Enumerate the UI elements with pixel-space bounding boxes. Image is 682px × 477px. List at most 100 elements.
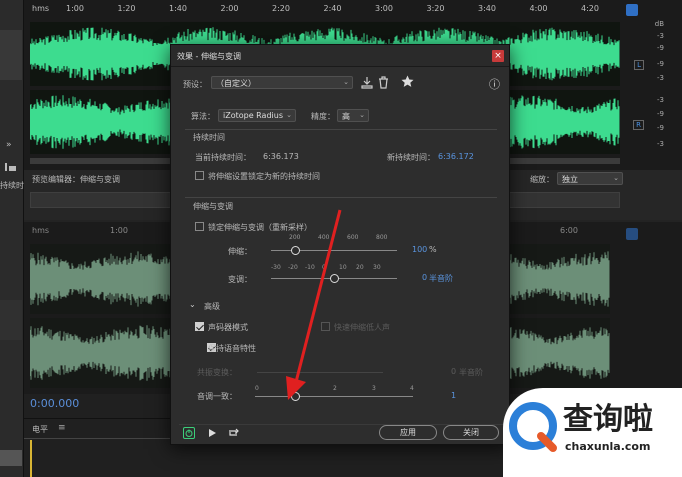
ruler-tick-label: 3:40: [478, 4, 496, 13]
db-scale: dB L R -3 -9 -9 -3 -3 -9 -9 -3: [624, 20, 668, 170]
waveform-tool-icon[interactable]: [4, 162, 18, 172]
ruler-tick-label: 3:20: [426, 4, 445, 13]
chevron-down-icon: ⌄: [613, 174, 619, 182]
zoom-select-value: 独立: [562, 175, 578, 184]
db-label: -3: [657, 74, 664, 82]
zoom-navigator-icon[interactable]: [626, 4, 638, 16]
info-icon[interactable]: ⓘ: [489, 76, 500, 92]
level-label: 电平: [32, 425, 48, 434]
dialog-titlebar[interactable]: 效果 - 伸缩与变调 ×: [171, 45, 509, 67]
preset-select[interactable]: （自定义） ⌄: [211, 76, 353, 89]
formant-value: 0: [451, 367, 457, 376]
stretch-value[interactable]: 100: [412, 245, 427, 254]
preview-ruler-tick: 6:00: [560, 226, 578, 235]
db-label: -3: [657, 96, 664, 104]
vocoder-label: 声码器模式: [208, 323, 248, 332]
stretch-scale-tick: 800: [376, 234, 388, 241]
favorite-star-icon[interactable]: [401, 75, 414, 88]
db-unit: dB: [654, 20, 664, 28]
ruler-tick-label: 2:20: [272, 4, 290, 13]
current-duration-label: 当前持续时间：: [195, 153, 251, 162]
left-panel-block-2: [0, 300, 22, 340]
algorithm-select-value: iZotope Radius: [223, 111, 283, 120]
new-duration-label: 新持续时间：: [387, 153, 435, 162]
pitch-label: 变调：: [228, 275, 252, 284]
playhead-marker: [30, 440, 32, 477]
ruler-tick-label: 2:40: [323, 4, 342, 13]
dialog-title: 效果 - 伸缩与变调: [177, 52, 241, 61]
apply-button[interactable]: 应用: [379, 425, 437, 440]
vocoder-checkbox[interactable]: [195, 322, 204, 331]
formant-label: 共振变换：: [197, 368, 237, 377]
coherence-scale-tick: 0: [255, 385, 259, 392]
ruler-tick-label: 4:20: [581, 4, 599, 13]
left-panel-label: 持续时: [0, 181, 24, 190]
advanced-label[interactable]: 高级: [204, 301, 220, 312]
precision-label: 精度：: [311, 112, 335, 121]
preset-label: 预设：: [183, 80, 207, 89]
expand-icon[interactable]: »: [6, 140, 12, 150]
db-label: -3: [657, 32, 664, 40]
zoom-label: 缩放：: [530, 175, 554, 184]
timecode-display: 0:00.000: [30, 397, 80, 410]
left-panel: » 持续时: [0, 0, 24, 477]
preset-select-value: （自定义）: [216, 79, 256, 88]
preview-zoom-icon[interactable]: [626, 228, 638, 240]
coherence-scale-tick: 3: [372, 385, 376, 392]
preview-ruler-tick: 1:00: [110, 226, 128, 235]
zoom-select[interactable]: 独立 ⌄: [557, 172, 623, 185]
delete-preset-icon[interactable]: [378, 76, 389, 89]
ruler-tick-label: 2:00: [220, 4, 239, 13]
left-panel-block-3: [0, 450, 22, 466]
db-label: -9: [657, 124, 664, 132]
chevron-down-icon: ⌄: [286, 111, 292, 119]
pitch-value[interactable]: 0: [422, 273, 427, 282]
stretch-label: 伸缩：: [228, 247, 252, 256]
db-label: -3: [657, 140, 664, 148]
new-duration-value[interactable]: 6:36.172: [438, 152, 474, 161]
stretch-pitch-section-title: 伸缩与变调: [193, 202, 233, 211]
save-preset-icon[interactable]: [361, 76, 373, 89]
ruler-tick-label: 1:20: [117, 4, 136, 13]
pitch-unit: 半音阶: [429, 274, 453, 283]
ruler-tick-label: 1:00: [66, 4, 84, 13]
chevron-down-icon: ⌄: [359, 111, 365, 119]
ruler-tick-label: 4:00: [529, 4, 548, 13]
power-icon[interactable]: [183, 427, 195, 439]
magnifier-logo-icon: [509, 402, 557, 452]
duration-section-title: 持续时间: [193, 133, 225, 142]
ruler-tick-label: 1:40: [169, 4, 187, 13]
lock-duration-checkbox[interactable]: [195, 171, 204, 180]
loop-icon[interactable]: [227, 427, 239, 439]
channel-left-label[interactable]: L: [634, 60, 644, 70]
pitch-coherence-label: 音调一致：: [197, 392, 237, 401]
lock-duration-label: 将伸缩设置锁定为新的持续时间: [208, 172, 320, 181]
menu-icon[interactable]: ≡: [58, 423, 66, 433]
play-icon[interactable]: [207, 428, 217, 438]
preserve-speech-label: 保持语音特性: [208, 344, 256, 353]
stretch-unit: %: [429, 245, 437, 254]
close-button[interactable]: 关闭: [443, 425, 499, 440]
chevron-down-icon[interactable]: ⌄: [189, 300, 196, 309]
algorithm-select[interactable]: iZotope Radius ⌄: [218, 109, 296, 122]
audition-window: » 持续时 hms 1:00 1:20 1:40 2:00 2:20 2:40 3:00 3:…: [0, 0, 682, 477]
preview-editor-label: 预览编辑器：伸缩与变调: [32, 175, 120, 184]
channel-right-label[interactable]: R: [633, 120, 644, 130]
time-ruler[interactable]: hms 1:00 1:20 1:40 2:00 2:20 2:40 3:00 3:20 3:40…: [30, 4, 620, 18]
pitch-scale-tick: 30: [373, 264, 381, 271]
precision-select-value: 高: [342, 112, 350, 121]
watermark-logo: 查询啦 chaxunla.com: [503, 388, 682, 477]
algorithm-label: 算法：: [191, 112, 215, 121]
ruler-tick-label: 3:00: [375, 4, 393, 13]
watermark-url: chaxunla.com: [565, 440, 651, 453]
coherence-value[interactable]: 1: [451, 391, 456, 400]
duration-section: 持续时间 当前持续时间： 6:36.173 新持续时间： 6:36.172 将伸…: [185, 129, 497, 185]
preview-ruler-unit: hms: [32, 226, 50, 235]
current-duration-value: 6:36.173: [263, 152, 299, 161]
annotation-arrow: [286, 209, 342, 400]
precision-select[interactable]: 高 ⌄: [337, 109, 369, 122]
left-panel-block: [0, 30, 22, 80]
formant-unit: 半音阶: [459, 368, 483, 377]
lock-stretch-checkbox[interactable]: [195, 222, 204, 231]
close-icon[interactable]: ×: [492, 50, 504, 62]
